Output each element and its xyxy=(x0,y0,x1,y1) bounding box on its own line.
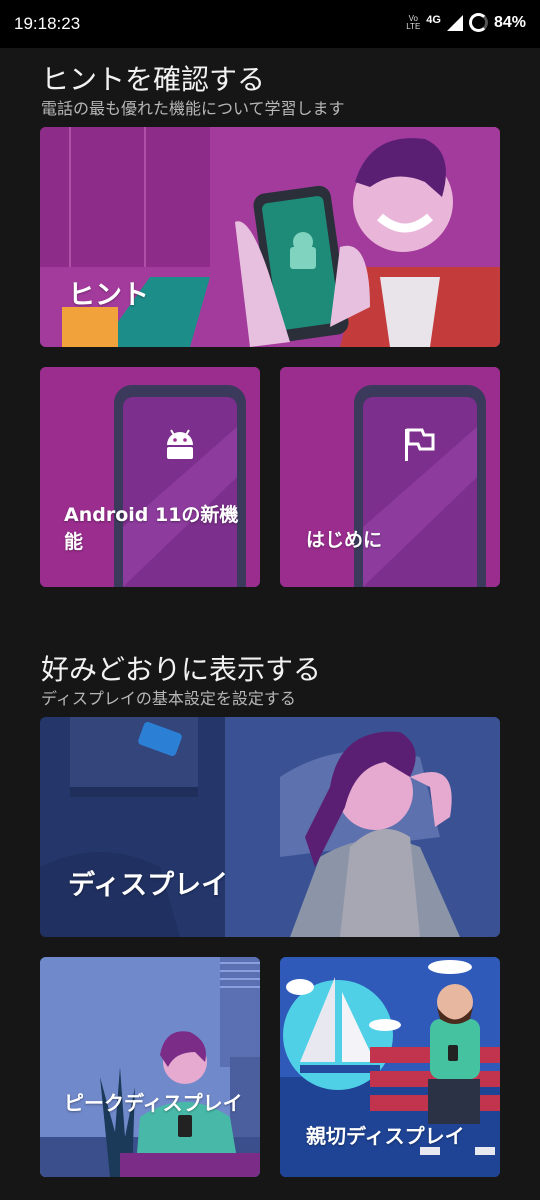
card-peek-display-label: ピークディスプレイ xyxy=(64,1091,243,1115)
card-attentive-display-label: 親切ディスプレイ xyxy=(306,1124,465,1148)
flag-icon xyxy=(402,427,436,463)
network-type: 4G xyxy=(426,13,441,26)
card-display-label: ディスプレイ xyxy=(68,870,229,902)
section-subtitle-tips: 電話の最も優れた機能について学習します xyxy=(41,99,345,118)
volte-indicator: Vo LTE xyxy=(406,13,421,31)
status-time: 19:18:23 xyxy=(14,14,81,33)
android-icon xyxy=(163,427,197,461)
status-icons: Vo LTE 4G 84% xyxy=(406,13,526,32)
battery-icon xyxy=(468,13,488,32)
card-android11[interactable]: Android 11の新機能 xyxy=(40,367,260,587)
peek-display-illustration xyxy=(40,957,260,1177)
card-peek-display[interactable]: ピークディスプレイ xyxy=(40,957,260,1177)
card-android11-label: Android 11の新機能 xyxy=(64,504,239,553)
card-tips[interactable]: ヒント xyxy=(40,127,500,347)
card-getting-started[interactable]: はじめに xyxy=(280,367,500,587)
section-title-tips: ヒントを確認する xyxy=(41,63,266,96)
signal-icon xyxy=(446,14,463,31)
card-display[interactable]: ディスプレイ xyxy=(40,717,500,937)
status-bar: 19:18:23 Vo LTE 4G 84% xyxy=(0,0,540,48)
battery-percent: 84% xyxy=(493,13,526,31)
card-tips-label: ヒント xyxy=(68,280,149,312)
section-title-display: 好みどおりに表示する xyxy=(41,653,322,686)
section-subtitle-display: ディスプレイの基本設定を設定する xyxy=(41,689,296,708)
getting-started-illustration xyxy=(280,367,500,587)
card-getting-started-label: はじめに xyxy=(306,529,383,551)
card-attentive-display[interactable]: 親切ディスプレイ xyxy=(280,957,500,1177)
